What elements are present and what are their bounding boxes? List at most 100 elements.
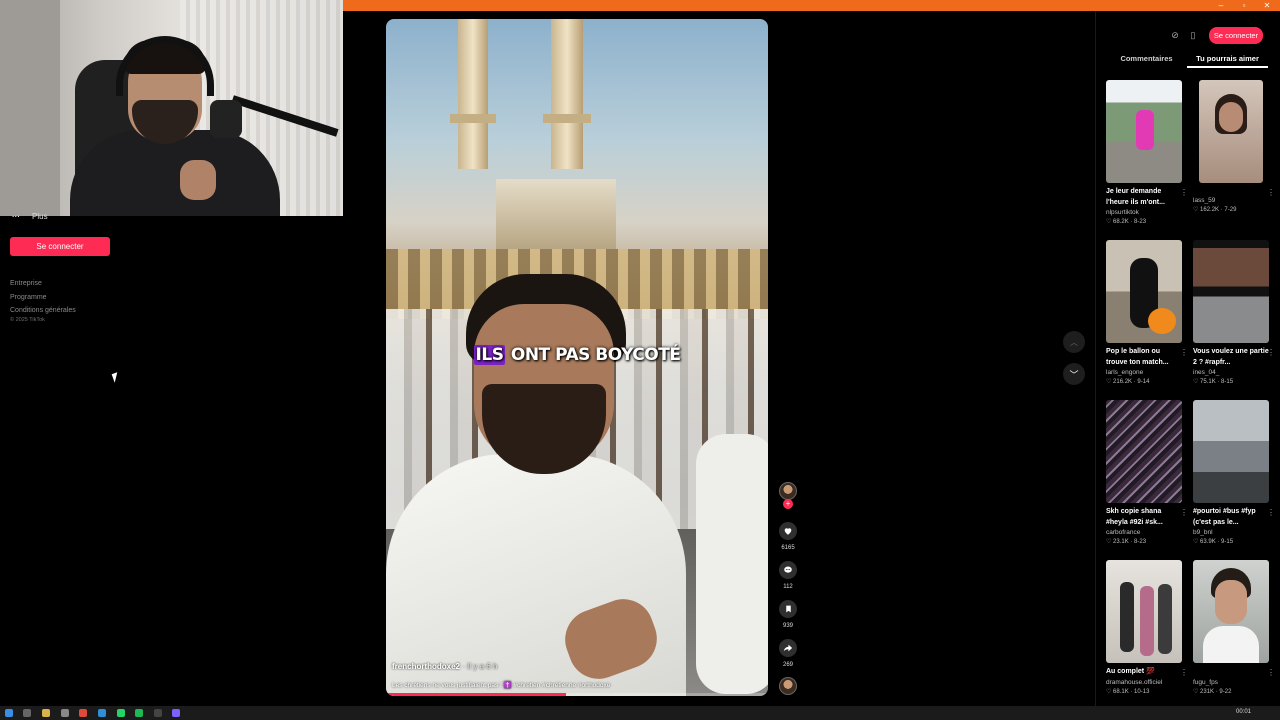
webcam-overlay <box>0 0 343 216</box>
suggestion-card[interactable]: Au complet 💯 dramahouse.officiel ♡ 68.1K… <box>1106 560 1188 695</box>
share-button[interactable]: 269 <box>775 639 801 668</box>
app-icon[interactable] <box>61 709 69 717</box>
tab-comments[interactable]: Commentaires <box>1106 52 1187 68</box>
video-scene-person <box>386 274 768 696</box>
music-disc-button[interactable] <box>775 677 801 695</box>
whatsapp-icon[interactable] <box>117 709 125 717</box>
suggestion-card[interactable]: lass_59 ♡ 162.2K · 7-29 ⋮ <box>1193 80 1275 213</box>
card-title: Skh copie shana #heyla #92i #sk... <box>1106 508 1163 526</box>
close-icon[interactable]: ✕ <box>1256 0 1278 11</box>
more-options-icon[interactable]: ⋮ <box>1267 508 1275 517</box>
sidebar-item-more-label: Plus <box>32 212 48 221</box>
streamer-hand <box>180 160 216 200</box>
suggestion-card[interactable]: #pourtoi #bus #fyp (c'est pas le... b9_b… <box>1193 400 1275 545</box>
save-button[interactable]: 939 <box>775 600 801 629</box>
screen: – ▫ ✕ ··· Plus Se connecter Entreprise Pr… <box>0 0 1280 720</box>
search-icon[interactable] <box>23 709 31 717</box>
video-thumbnail[interactable] <box>1106 80 1182 183</box>
card-stats: ♡ 75.1K · 8-15 <box>1193 379 1234 385</box>
more-options-icon[interactable]: ⋮ <box>1180 348 1188 357</box>
next-video-button[interactable]: ﹀ <box>1063 363 1085 385</box>
card-user[interactable]: lass_59 <box>1193 197 1269 204</box>
card-user[interactable]: ines_04_ <box>1193 369 1269 376</box>
more-options-icon[interactable]: ⋮ <box>1267 348 1275 357</box>
video-thumbnail[interactable] <box>1193 240 1269 343</box>
more-options-icon[interactable]: ⋮ <box>1180 508 1188 517</box>
right-panel-tabs: Commentaires Tu pourrais aimer <box>1106 52 1268 68</box>
suggestion-card[interactable]: Je leur demande l'heure ils m'ont... nlp… <box>1106 80 1188 225</box>
obs-icon[interactable] <box>154 709 162 717</box>
like-button[interactable]: 6165 <box>775 522 801 551</box>
footer-link-company[interactable]: Entreprise <box>10 277 76 291</box>
more-options-icon[interactable]: ⋮ <box>1267 668 1275 677</box>
card-user[interactable]: carbofrance <box>1106 529 1182 536</box>
video-thumbnail[interactable] <box>1193 400 1269 503</box>
video-thumbnail[interactable] <box>1106 560 1182 663</box>
suggestion-card[interactable]: Skh copie shana #heyla #92i #sk... carbo… <box>1106 400 1188 545</box>
video-scene-balcony <box>543 114 591 123</box>
card-user[interactable]: nlpsurtiktok <box>1106 209 1182 216</box>
footer-link-terms[interactable]: Conditions générales <box>10 304 76 318</box>
start-icon[interactable] <box>5 709 13 717</box>
compass-icon[interactable]: ⊘ <box>1170 30 1180 40</box>
video-progress-bar[interactable] <box>386 693 768 696</box>
like-count: 6165 <box>781 545 795 551</box>
folder-icon[interactable] <box>42 709 50 717</box>
login-button-header[interactable]: Se connecter <box>1209 27 1263 44</box>
video-time: · Il y a 6 h <box>460 662 498 671</box>
browser-icon[interactable] <box>79 709 87 717</box>
follow-plus-icon[interactable]: + <box>783 499 793 509</box>
author-avatar-button[interactable]: + <box>775 482 801 509</box>
mouse-cursor-icon <box>111 372 121 383</box>
minimize-icon[interactable]: – <box>1210 0 1232 11</box>
maximize-icon[interactable]: ▫ <box>1233 0 1255 11</box>
share-count: 269 <box>782 662 793 668</box>
window-title-strip <box>343 0 1280 11</box>
video-scene-minaret <box>551 19 583 169</box>
video-scene-minaret <box>458 19 488 169</box>
tab-suggestions[interactable]: Tu pourrais aimer <box>1187 52 1268 68</box>
taskbar: 00:01 <box>0 706 1280 720</box>
video-description: Les chrétiens ne vous justifiaient pas !… <box>392 682 611 689</box>
comment-count: 112 <box>783 584 793 590</box>
phone-icon[interactable]: ▯ <box>1188 30 1198 40</box>
more-options-icon[interactable]: ⋮ <box>1180 188 1188 197</box>
video-author[interactable]: frenchorthodoxe2 <box>392 662 460 671</box>
card-user[interactable]: dramahouse.officiel <box>1106 679 1182 686</box>
more-icon: ··· <box>12 212 20 221</box>
card-title: Je leur demande l'heure ils m'ont... <box>1106 188 1165 206</box>
video-player[interactable]: ILS ONT PAS BOYCOTÉ frenchorthodoxe2 · I… <box>386 19 768 696</box>
discord-icon[interactable] <box>172 709 180 717</box>
music-disc-icon <box>779 677 797 695</box>
save-count: 939 <box>782 623 793 629</box>
login-button-sidebar[interactable]: Se connecter <box>10 237 110 256</box>
video-caption-highlight: ILS <box>473 345 506 365</box>
footer-link-program[interactable]: Programme <box>10 291 76 305</box>
footer-links: Entreprise Programme Conditions générale… <box>10 277 76 318</box>
video-thumbnail[interactable] <box>1106 400 1182 503</box>
bookmark-icon <box>779 600 797 618</box>
telegram-icon[interactable] <box>98 709 106 717</box>
suggestion-card[interactable]: Pop le ballon ou trouve ton match... lar… <box>1106 240 1188 385</box>
video-thumbnail[interactable] <box>1199 80 1263 183</box>
suggestion-card[interactable]: Vous voulez une partie 2 ? #rapfr... ine… <box>1193 240 1275 385</box>
video-thumbnail[interactable] <box>1193 560 1269 663</box>
more-options-icon[interactable]: ⋮ <box>1180 668 1188 677</box>
card-user[interactable]: fugu_fps <box>1193 679 1269 686</box>
card-user[interactable]: larls_engone <box>1106 369 1182 376</box>
top-icons: ⊘ ▯ <box>1170 30 1198 42</box>
more-options-icon[interactable]: ⋮ <box>1267 188 1275 197</box>
video-thumbnail[interactable] <box>1106 240 1182 343</box>
video-scene-balcony <box>450 114 496 123</box>
previous-video-button[interactable]: ︿ <box>1063 331 1085 353</box>
chevron-down-icon: ﹀ <box>1069 369 1079 380</box>
chevron-up-icon: ︿ <box>1070 337 1078 347</box>
comment-button[interactable]: 112 <box>775 561 801 590</box>
card-user[interactable]: b9_bnl <box>1193 529 1269 536</box>
sidebar-item-more[interactable]: ··· Plus <box>12 212 48 221</box>
suggestion-card[interactable]: fugu_fps ♡ 231K · 9-22 ⋮ <box>1193 560 1275 695</box>
spotify-icon[interactable] <box>135 709 143 717</box>
webcam-background <box>0 0 60 216</box>
share-icon <box>779 639 797 657</box>
card-title <box>1193 187 1269 196</box>
